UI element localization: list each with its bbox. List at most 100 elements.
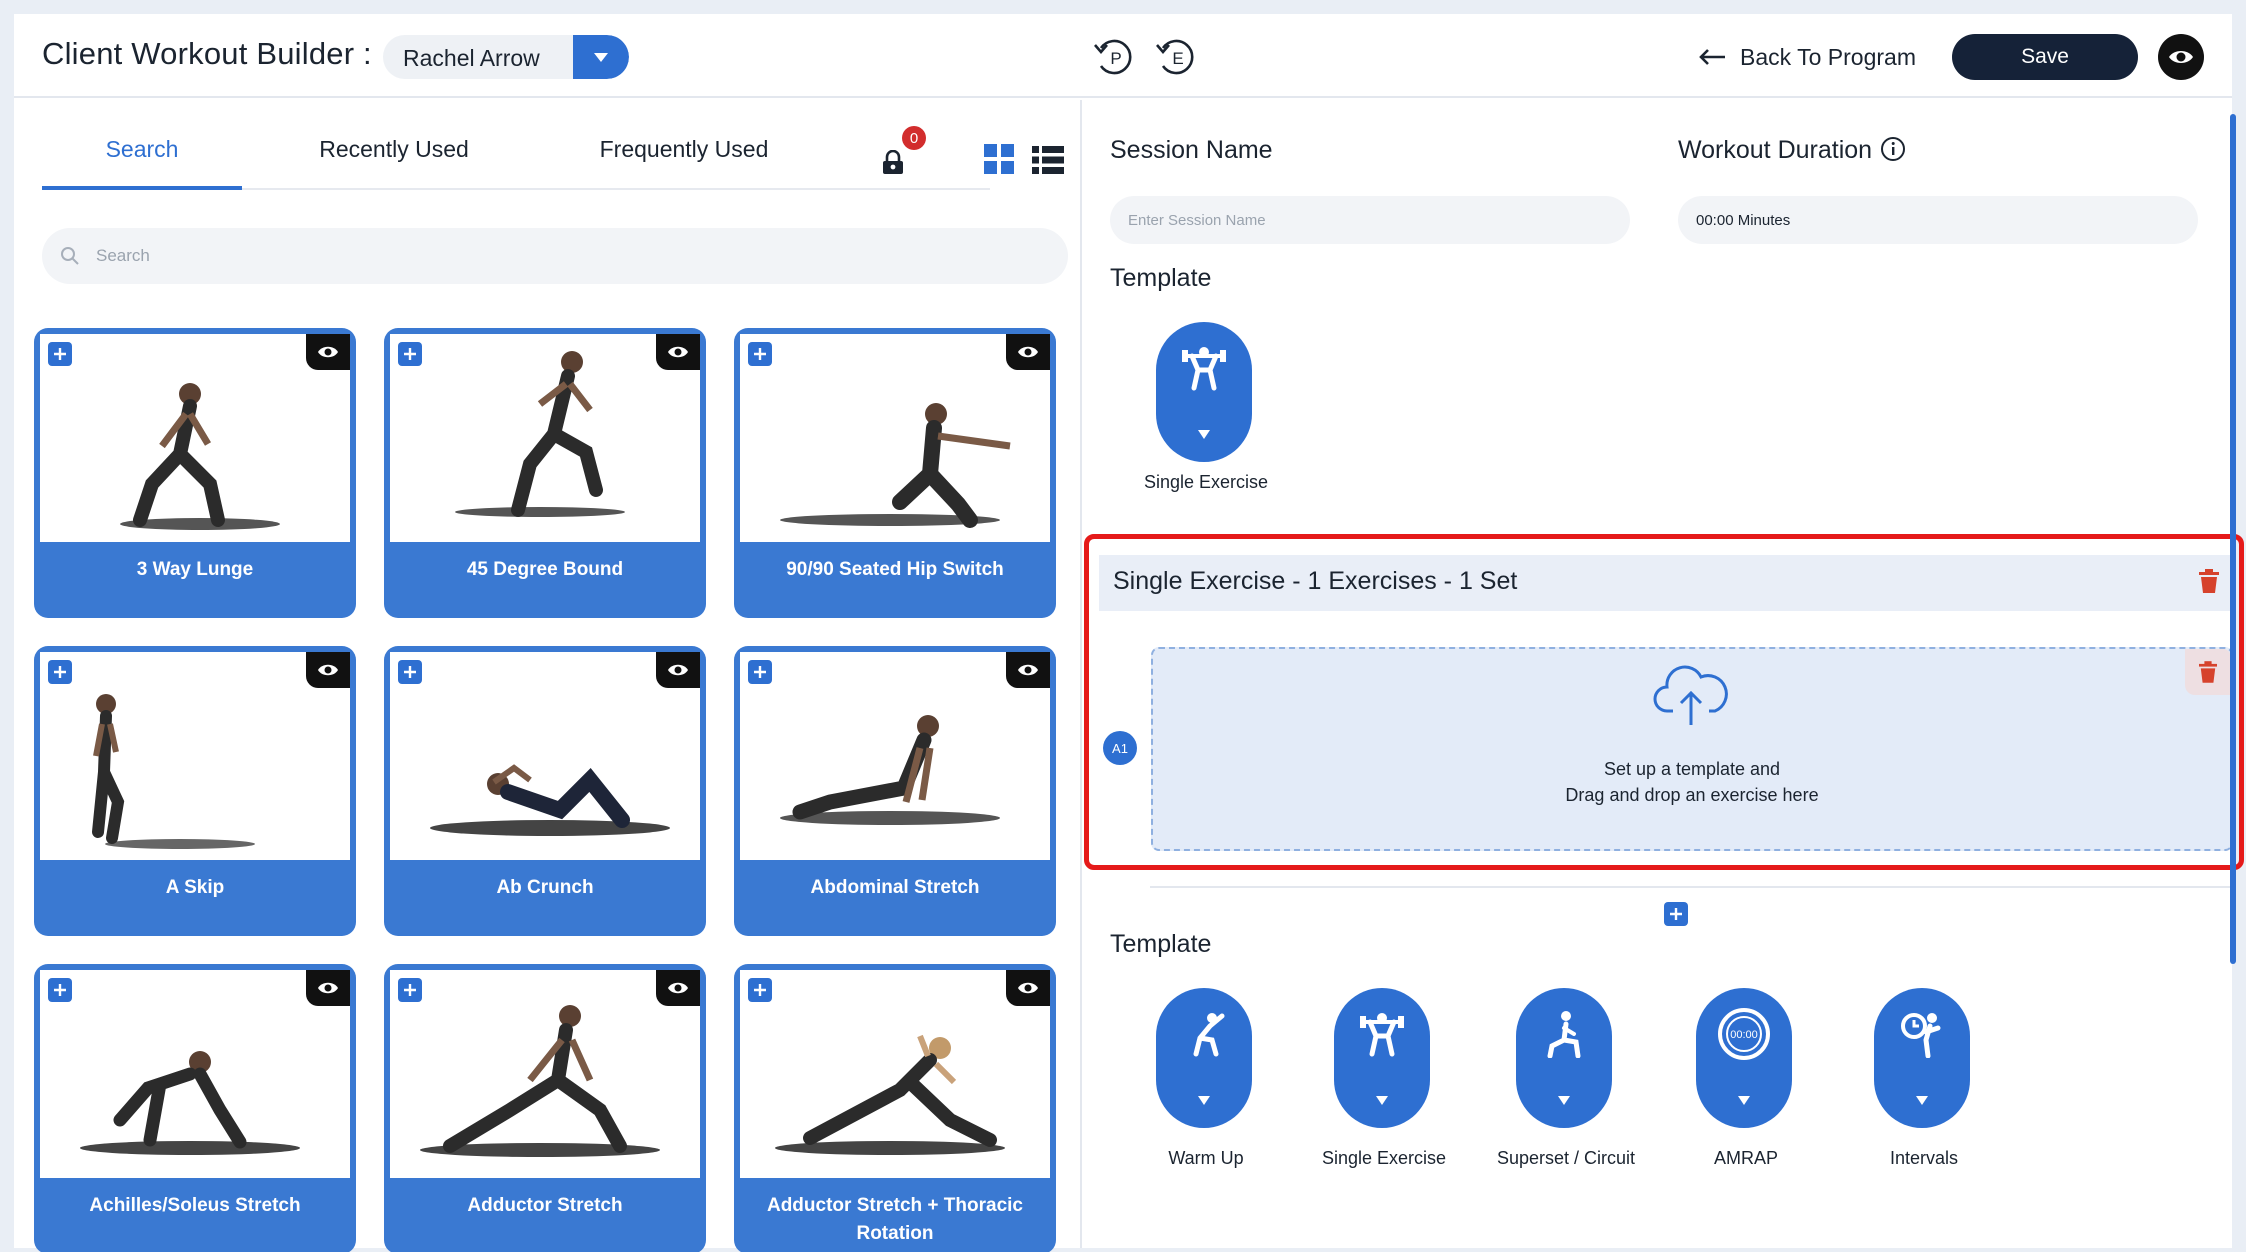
add-exercise-button[interactable] [748, 342, 772, 366]
lock-count-badge: 0 [902, 126, 926, 150]
chevron-down-icon [1558, 1096, 1570, 1105]
template-options-label: Template [1110, 930, 1212, 958]
exercise-card[interactable]: Adductor Stretch + Thoracic Rotation [734, 964, 1056, 1252]
exercise-title: Achilles/Soleus Stretch [89, 1195, 301, 1216]
exercise-card[interactable]: Abdominal Stretch [734, 646, 1056, 936]
weightlifter-icon [1360, 1013, 1404, 1057]
exercise-card[interactable]: Ab Crunch [384, 646, 706, 936]
add-exercise-button[interactable] [48, 342, 72, 366]
list-view-icon[interactable] [1032, 146, 1064, 174]
slot-badge: A1 [1103, 731, 1137, 765]
grid-view-icon[interactable] [984, 144, 1014, 174]
lock-icon [883, 150, 903, 174]
eye-icon [668, 664, 688, 676]
back-to-program-link[interactable]: Back To Program [1698, 39, 1916, 75]
template-option-label: Superset / Circuit [1496, 1148, 1636, 1168]
exercise-title: 45 Degree Bound [466, 559, 624, 580]
exercise-image [390, 334, 700, 542]
add-block-button[interactable] [1664, 902, 1688, 926]
add-exercise-button[interactable] [398, 660, 422, 684]
preview-button[interactable] [2158, 34, 2204, 80]
header-bar: Client Workout Builder : Rachel Arrow P … [14, 14, 2232, 98]
exercise-image [740, 652, 1050, 860]
chevron-down-icon[interactable] [573, 35, 629, 79]
exercise-title: Ab Crunch [496, 877, 594, 898]
preview-exercise-button[interactable] [656, 334, 700, 370]
exercise-block-highlight: Single Exercise - 1 Exercises - 1 Set A1… [1084, 534, 2244, 870]
exercise-card[interactable]: 45 Degree Bound [384, 328, 706, 618]
save-button[interactable]: Save [1952, 34, 2138, 80]
cloud-upload-icon [1653, 665, 1728, 725]
eye-icon [1018, 346, 1038, 358]
history-e-button[interactable]: E [1154, 34, 1200, 80]
trash-icon [2199, 661, 2217, 683]
template-option-label: Intervals [1889, 1148, 1959, 1168]
template-option-label: Single Exercise [1321, 1148, 1447, 1168]
exercise-card[interactable]: Achilles/Soleus Stretch [34, 964, 356, 1252]
exercise-library-panel: Search Recently Used Frequently Used 0 S… [14, 100, 1080, 1252]
eye-icon [2169, 51, 2193, 63]
preview-exercise-button[interactable] [656, 652, 700, 688]
exercise-card[interactable]: A Skip [34, 646, 356, 936]
history-p-button[interactable]: P [1092, 34, 1138, 80]
trash-icon[interactable] [2199, 569, 2219, 593]
chevron-down-icon [1198, 430, 1210, 439]
exercise-card[interactable]: Adductor Stretch [384, 964, 706, 1252]
stretch-icon [1193, 1013, 1225, 1057]
eye-icon [318, 664, 338, 676]
svg-text:00:00: 00:00 [1730, 1029, 1758, 1041]
preview-exercise-button[interactable] [306, 652, 350, 688]
drop-hint-line-1: Set up a template and [1603, 759, 1781, 779]
add-exercise-button[interactable] [398, 342, 422, 366]
workout-duration-input[interactable] [1678, 196, 2198, 244]
scrollbar[interactable] [2230, 114, 2236, 964]
session-name-input[interactable] [1110, 196, 1630, 244]
delete-slot-button[interactable] [2185, 649, 2231, 695]
preview-exercise-button[interactable] [306, 970, 350, 1006]
exercise-card[interactable]: 90/90 Seated Hip Switch [734, 328, 1056, 618]
plus-icon [404, 984, 416, 996]
exercise-drop-zone[interactable]: Set up a template and Drag and drop an e… [1151, 647, 2233, 851]
workout-builder-app: Client Workout Builder : Rachel Arrow P … [14, 14, 2244, 1252]
add-exercise-button[interactable] [48, 978, 72, 1002]
exercise-title: Abdominal Stretch [810, 877, 980, 898]
preview-exercise-button[interactable] [1006, 970, 1050, 1006]
exercise-image [390, 970, 700, 1178]
plus-icon [754, 348, 766, 360]
client-select[interactable]: Rachel Arrow [383, 35, 629, 79]
tab-search[interactable]: Search [42, 136, 242, 188]
template-pill [1334, 988, 1430, 1128]
add-exercise-button[interactable] [48, 660, 72, 684]
template-label: Template [1110, 264, 1212, 292]
lunge-icon [1547, 1011, 1581, 1058]
exercise-card[interactable]: 3 Way Lunge [34, 328, 356, 618]
chevron-down-icon [1738, 1096, 1750, 1105]
tab-frequently-used[interactable]: Frequently Used [574, 136, 794, 188]
tab-recently-used[interactable]: Recently Used [284, 136, 504, 188]
chevron-down-icon [1376, 1096, 1388, 1105]
exercise-image [40, 334, 350, 542]
undo-p-icon: P [1094, 39, 1132, 75]
preview-exercise-button[interactable] [1006, 334, 1050, 370]
exercise-title: Adductor Stretch [467, 1195, 623, 1216]
exercise-title: 90/90 Seated Hip Switch [786, 559, 1004, 580]
preview-exercise-button[interactable] [656, 970, 700, 1006]
plus-icon [754, 666, 766, 678]
exercise-block-title: Single Exercise - 1 Exercises - 1 Set [1113, 567, 1518, 595]
client-name: Rachel Arrow [403, 45, 540, 71]
add-exercise-button[interactable] [748, 978, 772, 1002]
exercise-image [740, 970, 1050, 1178]
template-option-label: Warm Up [1168, 1148, 1244, 1168]
template-pill [1516, 988, 1612, 1128]
active-tab-indicator [42, 186, 242, 190]
exercise-image [40, 652, 350, 860]
template-pill: 00:00 [1696, 988, 1792, 1128]
interval-clock-icon [1901, 1013, 1941, 1058]
preview-exercise-button[interactable] [306, 334, 350, 370]
add-exercise-button[interactable] [398, 978, 422, 1002]
search-input[interactable] [96, 228, 1036, 284]
add-exercise-button[interactable] [748, 660, 772, 684]
svg-text:P: P [1110, 49, 1121, 68]
info-icon[interactable] [1880, 136, 1906, 162]
preview-exercise-button[interactable] [1006, 652, 1050, 688]
